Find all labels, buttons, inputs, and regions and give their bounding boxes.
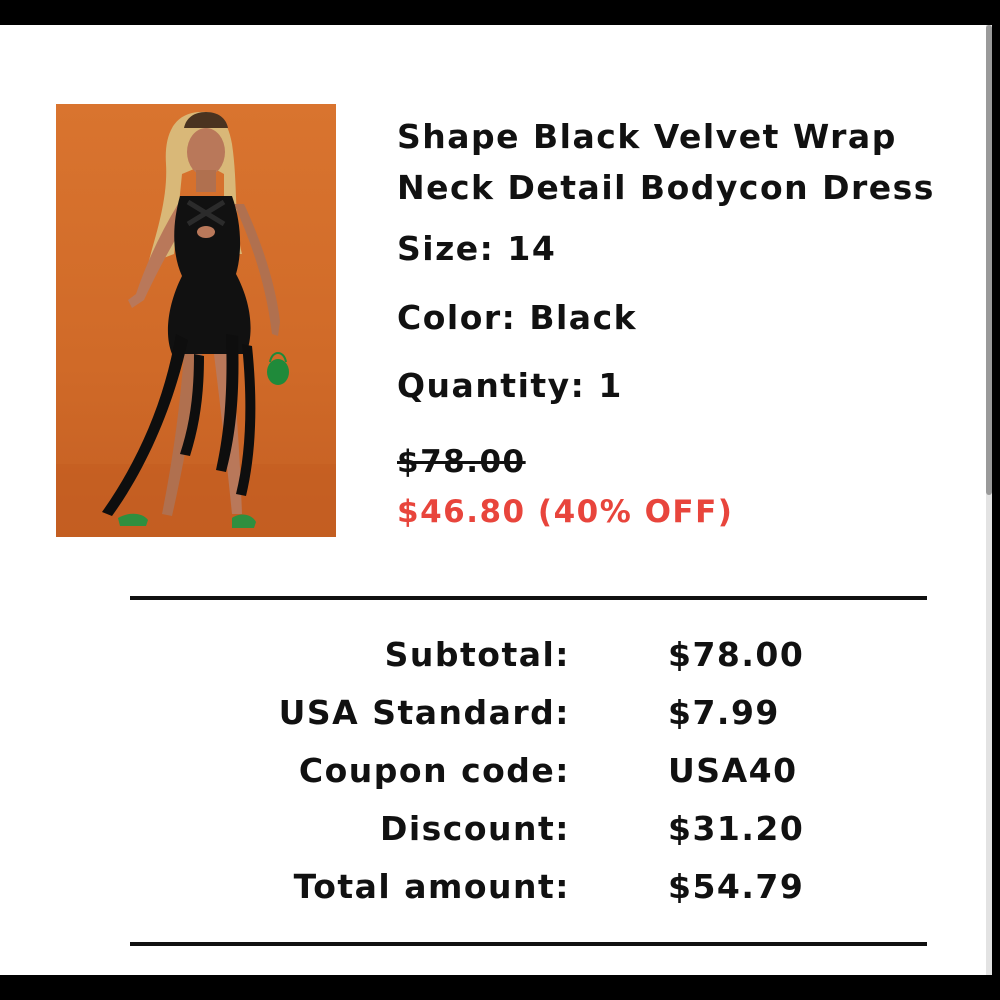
summary-row-total: Total amount: $54.79 (130, 867, 927, 911)
summary-value: $7.99 (668, 693, 780, 732)
product-size: Size: 14 (397, 229, 557, 268)
sale-price: $46.80 (40% OFF) (397, 494, 734, 530)
summary-row-discount: Discount: $31.20 (130, 809, 927, 853)
product-image[interactable] (56, 104, 336, 537)
product-color: Color: Black (397, 298, 638, 337)
summary-value: USA40 (668, 751, 798, 790)
summary-row-subtotal: Subtotal: $78.00 (130, 635, 927, 679)
product-title[interactable]: Shape Black Velvet Wrap Neck Detail Body… (397, 111, 957, 213)
summary-label: Total amount: (293, 867, 570, 906)
product-quantity: Quantity: 1 (397, 366, 623, 405)
summary-value: $54.79 (668, 867, 805, 906)
summary-label: Coupon code: (298, 751, 570, 790)
original-price: $78.00 (397, 444, 526, 480)
summary-label: USA Standard: (278, 693, 570, 732)
order-summary-card: Shape Black Velvet Wrap Neck Detail Body… (0, 25, 990, 975)
summary-value: $31.20 (668, 809, 805, 848)
divider-top (130, 596, 927, 600)
summary-label: Subtotal: (384, 635, 570, 674)
scrollbar-thumb[interactable] (986, 25, 992, 495)
summary-label: Discount: (379, 809, 570, 848)
summary-value: $78.00 (668, 635, 805, 674)
dress-photo-icon (56, 111, 336, 537)
summary-row-coupon: Coupon code: USA40 (130, 751, 927, 795)
summary-row-shipping: USA Standard: $7.99 (130, 693, 927, 737)
divider-bottom (130, 942, 927, 946)
